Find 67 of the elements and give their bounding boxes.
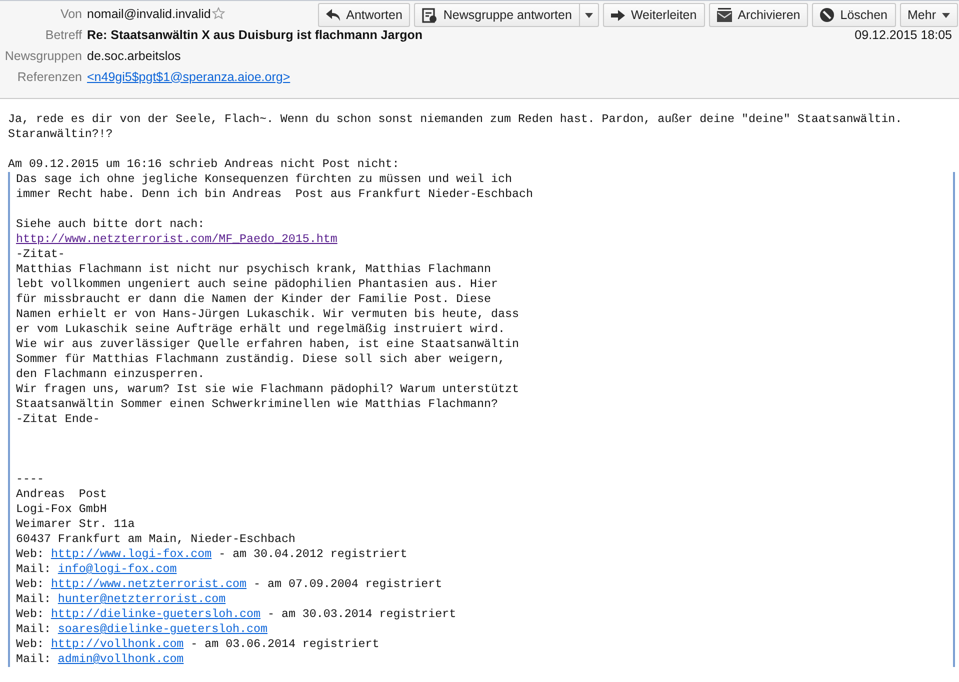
quoted-line: -Zitat Ende- [16,412,101,427]
quoted-line: Wie wir aus zuverlässiger Quelle erfahren haben, ist eine Staatsanwältin [16,337,520,352]
quoted-text: Web: [16,608,45,621]
quoted-line: Logi-Fox GmbH [16,502,108,517]
quoted-text: - am 30.04.2012 registriert [218,548,408,561]
link[interactable]: http://www.netzterrorist.com [50,578,247,591]
quoted-line: lebt vollkommen ungeniert auch seine pädophilien Phantasien aus. Hier [16,277,500,292]
envelope-box-icon [716,8,732,22]
quoted-line: Wir fragen uns, warum? Ist sie wie Flachmann pädophil? Warum unterstützt [16,382,520,397]
subject-text: Re: Staatsanwältin X aus Duisburg ist flachmann Jargon [87,28,422,42]
link[interactable]: http://www.logi-fox.com [50,548,212,561]
quoted-line: Staatsanwältin Sommer einen Schwerkriminellen wie Matthias Flachmann? [16,397,500,412]
link[interactable]: hunter@netzterrorist.com [58,593,226,606]
quoted-line: immer Recht habe. Denn ich bin Andreas Post aus Frankfurt Nieder-Eschbach [16,187,534,202]
quoted-text: - am 03.06.2014 registriert [190,638,380,651]
quoted-text: Mail: [16,653,52,666]
sender-address[interactable]: nomail@invalid.invalid [87,6,211,20]
quoted-line: er vom Lukaschik seine Aufträge erhält und regelmäßig instruiert wird. [16,322,506,337]
quoted-text: - am 07.09.2004 registriert [252,578,442,591]
prohibited-icon [820,8,834,22]
quoted-text: Mail: [16,563,52,576]
message-date: 09.12.2015 18:05 [854,28,952,42]
quoted-line: Andreas Post [16,487,108,502]
quoted-line: Weimarer Str. 11a [16,517,136,532]
caret-icon [942,12,950,18]
quoted-line: -Zitat- [16,247,66,262]
link[interactable]: http://dielinke-guetersloh.com [50,608,261,621]
quoted-line: Namen erhielt er von Hans-Jürgen Lukaschik. Wir vermuten bis heute, dass [16,307,520,322]
quoted-line: Matthias Flachmann ist nicht nur psychisch krank, Matthias Flachmann [16,262,492,277]
toolbar-button[interactable]: Antworten [318,3,410,27]
link[interactable]: soares@dielinke-guetersloh.com [58,623,268,636]
quoted-text: Mail: [16,623,52,636]
quoted-line: den Flachmann einzusperren. [16,367,206,382]
quoted-line: ---- [16,472,45,487]
field-label: Newsgruppen [4,48,83,62]
quoted-line: 60437 Frankfurt am Main, Nieder-Eschbach [16,532,296,547]
quoted-line: Das sage ich ohne jegliche Konsequenzen fürchten zu müssen und weil ich [16,172,513,187]
link[interactable]: admin@vollhonk.com [58,653,184,666]
quoted-text: Web: [16,578,45,591]
newspaper-icon [422,8,438,22]
field-label: Von [59,6,83,20]
newsgroup-name: de.soc.arbeitslos [87,48,181,62]
quoted-line: für missbraucht er dann die Namen der Kinder der Familie Post. Diese [16,292,492,307]
quoted-text: Web: [16,638,45,651]
quote-attribution: Am 09.12.2015 um 16:16 schrieb Andreas nicht Post nicht: [8,157,400,172]
quoted-text: Web: [16,548,45,561]
right-arrow-icon [610,10,625,20]
quoted-text: - am 30.03.2014 registriert [266,608,456,621]
more-button[interactable]: Mehr [900,3,958,27]
toolbar-button[interactable]: Weiterleiten [602,3,705,27]
reference-link[interactable]: <n49gi5$pgt$1@speranza.aioe.org> [87,70,290,84]
quoted-text: Mail: [16,593,52,606]
star-icon[interactable] [212,7,225,20]
dropdown-button[interactable] [578,3,599,27]
quoted-line: Siehe auch bitte dort nach: [16,217,206,232]
quoted-line: Sommer für Matthias Flachmann zuständig. Diese soll sich aber weigern, [16,352,506,367]
link[interactable]: http://www.netzterrorist.com/MF_Paedo_2015.htm [16,233,338,246]
message-text: Ja, rede es dir von der Seele, Flach~. Wenn du schon sonst niemanden zum Reden hast. Pardon, außer deine "deine" Staatsanwältin. Staranwältin?!? [8,112,904,142]
link[interactable]: info@logi-fox.com [58,563,177,576]
toolbar-button[interactable]: Archivieren [708,3,808,27]
reply-arrow-icon [326,9,340,21]
field-label: Betreff [44,28,83,42]
field-label: Referenzen [16,70,83,84]
link[interactable]: http://vollhonk.com [50,638,184,651]
toolbar-button[interactable]: Löschen [812,3,896,27]
caret-icon [584,12,593,18]
reply-newsgroup-button[interactable]: Newsgruppe antworten [414,3,579,27]
